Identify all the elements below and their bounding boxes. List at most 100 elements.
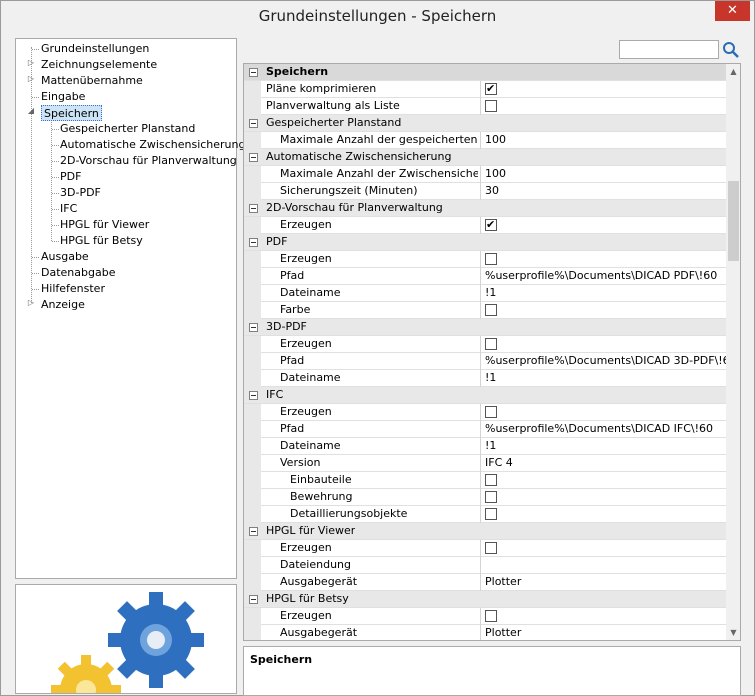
property-row[interactable]: Farbe [244,302,726,319]
property-row[interactable]: Dateiendung [244,557,726,574]
property-value[interactable] [480,336,726,353]
collapse-icon[interactable] [249,238,258,247]
property-value[interactable] [480,472,726,489]
property-row[interactable]: Detaillierungsobjekte [244,506,726,523]
scroll-up-icon[interactable]: ▲ [726,64,740,79]
vertical-scrollbar[interactable]: ▲ ▼ [726,64,740,640]
checkbox[interactable] [485,338,497,350]
property-value[interactable]: IFC 4 [480,455,726,472]
property-row[interactable]: Pfad %userprofile%\Documents\DICAD IFC\!6… [244,421,726,438]
category-row[interactable]: IFC [244,387,726,404]
property-row[interactable]: Pläne komprimieren [244,81,726,98]
category-row[interactable]: HPGL für Viewer [244,523,726,540]
tree-item[interactable]: Zeichnungselemente [41,57,157,73]
collapse-icon[interactable] [249,119,258,128]
checkbox[interactable] [485,100,497,112]
tree-item[interactable]: Datenabgabe [41,265,115,281]
property-value[interactable]: 100 [480,166,726,183]
checkbox[interactable] [485,406,497,418]
property-row[interactable]: Ausgabegerät Plotter [244,625,726,640]
collapse-icon[interactable]: ◢ [26,106,36,115]
checkbox[interactable] [485,542,497,554]
property-value[interactable] [480,489,726,506]
tree-item[interactable]: Mattenübernahme [41,73,143,89]
property-row[interactable]: Erzeugen [244,336,726,353]
property-row[interactable]: Dateiname !1 [244,285,726,302]
collapse-icon[interactable] [249,153,258,162]
category-row[interactable]: 3D-PDF [244,319,726,336]
property-value[interactable] [480,557,726,574]
tree-item[interactable]: Hilfefenster [41,281,105,297]
category-row[interactable]: 2D-Vorschau für Planverwaltung [244,200,726,217]
tree-item[interactable]: Anzeige [41,297,85,313]
category-row[interactable]: PDF [244,234,726,251]
property-row[interactable]: Sicherungszeit (Minuten) 30 [244,183,726,200]
checkbox[interactable] [485,508,497,520]
property-value[interactable]: %userprofile%\Documents\DICAD IFC\!60 [480,421,726,438]
tree-item[interactable]: IFC [60,201,77,217]
tree-item[interactable]: Eingabe [41,89,85,105]
checkbox[interactable] [485,253,497,265]
checkbox[interactable] [485,474,497,486]
property-value[interactable] [480,608,726,625]
tree-item[interactable]: 3D-PDF [60,185,101,201]
search-input[interactable] [619,40,719,59]
property-row[interactable]: Maximale Anzahl der Zwischensicherun... 1… [244,166,726,183]
property-value[interactable] [480,217,726,234]
expand-icon[interactable]: ▷ [26,58,36,67]
tree-item[interactable]: HPGL für Viewer [60,217,149,233]
property-row[interactable]: Erzeugen [244,217,726,234]
tree-item[interactable]: Grundeinstellungen [41,41,149,57]
property-value[interactable]: Plotter [480,574,726,591]
expand-icon[interactable]: ▷ [26,298,36,307]
collapse-icon[interactable] [249,323,258,332]
checkbox[interactable] [485,304,497,316]
property-row[interactable]: Bewehrung [244,489,726,506]
property-row[interactable]: Maximale Anzahl der gespeicherten Plä...… [244,132,726,149]
property-value[interactable]: !1 [480,370,726,387]
property-row[interactable]: Version IFC 4 [244,455,726,472]
tree-item[interactable]: Speichern [41,105,102,121]
expand-icon[interactable]: ▷ [26,74,36,83]
checkbox[interactable] [485,610,497,622]
property-value[interactable] [480,506,726,523]
property-value[interactable]: !1 [480,438,726,455]
tree-item[interactable]: HPGL für Betsy [60,233,143,249]
tree-item[interactable]: Ausgabe [41,249,89,265]
property-value[interactable] [480,302,726,319]
collapse-icon[interactable] [249,204,258,213]
property-value[interactable] [480,98,726,115]
checkbox[interactable] [485,491,497,503]
collapse-icon[interactable] [249,68,258,77]
property-value[interactable]: %userprofile%\Documents\DICAD 3D-PDF\!60 [480,353,726,370]
tree-item[interactable]: 2D-Vorschau für Planverwaltung [60,153,237,169]
scroll-down-icon[interactable]: ▼ [726,625,740,640]
property-row[interactable]: Erzeugen [244,404,726,421]
property-row[interactable]: Ausgabegerät Plotter [244,574,726,591]
property-value[interactable]: %userprofile%\Documents\DICAD PDF\!60 [480,268,726,285]
category-row[interactable]: Speichern [244,64,726,81]
checkbox[interactable] [485,81,497,97]
property-value[interactable]: Plotter [480,625,726,640]
property-row[interactable]: Erzeugen [244,608,726,625]
collapse-icon[interactable] [249,391,258,400]
category-row[interactable]: Automatische Zwischensicherung [244,149,726,166]
search-icon[interactable] [721,40,741,59]
close-button[interactable]: ✕ [715,1,750,21]
checkbox[interactable] [485,217,497,233]
property-value[interactable] [480,540,726,557]
property-row[interactable]: Einbauteile [244,472,726,489]
tree-item[interactable]: Gespeicherter Planstand [60,121,195,137]
property-value[interactable]: 100 [480,132,726,149]
property-value[interactable]: !1 [480,285,726,302]
property-row[interactable]: Erzeugen [244,540,726,557]
property-value[interactable] [480,251,726,268]
scroll-thumb[interactable] [728,181,739,261]
property-row[interactable]: Pfad %userprofile%\Documents\DICAD 3D-PDF… [244,353,726,370]
property-row[interactable]: Dateiname !1 [244,370,726,387]
property-value[interactable] [480,81,726,98]
property-value[interactable]: 30 [480,183,726,200]
category-row[interactable]: HPGL für Betsy [244,591,726,608]
property-value[interactable] [480,404,726,421]
tree-item[interactable]: PDF [60,169,81,185]
